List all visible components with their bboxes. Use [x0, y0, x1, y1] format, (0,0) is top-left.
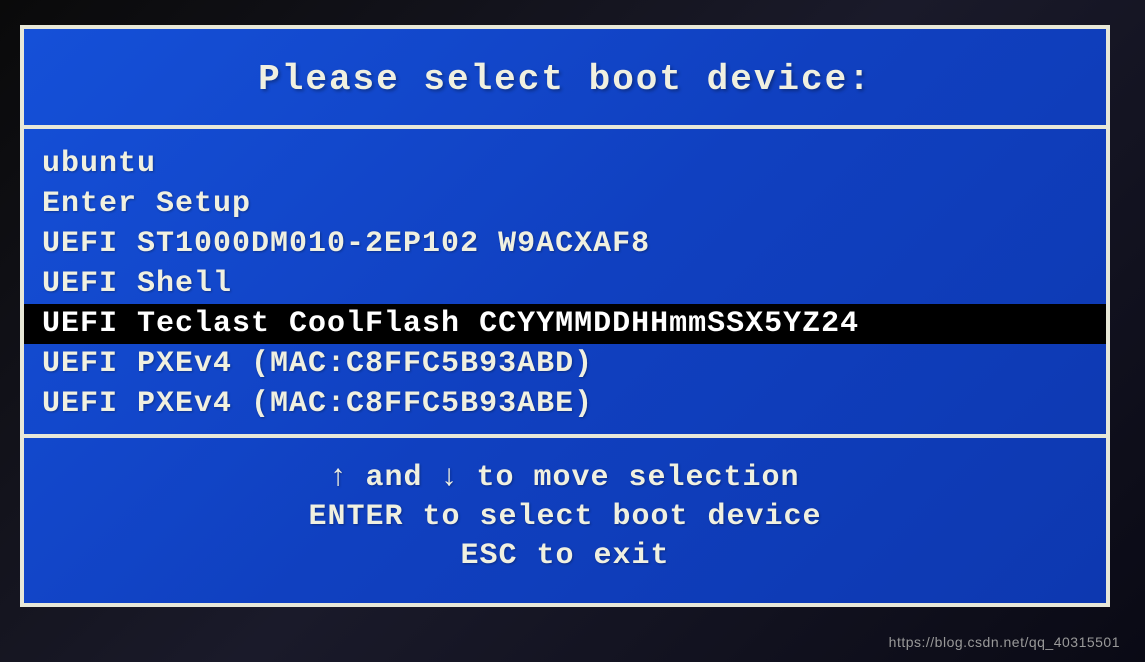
arrow-down-icon: ↓ [441, 459, 457, 492]
boot-item-0[interactable]: ubuntu [24, 144, 1106, 184]
boot-item-4[interactable]: UEFI Teclast CoolFlash CCYYMMDDHHmmSSX5Y… [24, 304, 1106, 344]
help-enter: ENTER to select boot device [44, 498, 1086, 537]
help-navigation: ↑ and ↓ to move selection [44, 456, 1086, 498]
help-section: ↑ and ↓ to move selection ENTER to selec… [24, 438, 1106, 594]
boot-item-2[interactable]: UEFI ST1000DM010-2EP102 W9ACXAF8 [24, 224, 1106, 264]
boot-item-6[interactable]: UEFI PXEv4 (MAC:C8FFC5B93ABE) [24, 384, 1106, 424]
menu-title: Please select boot device: [44, 59, 1086, 100]
arrow-up-icon: ↑ [330, 459, 346, 492]
header-section: Please select boot device: [24, 29, 1106, 129]
boot-item-3[interactable]: UEFI Shell [24, 264, 1106, 304]
watermark-text: https://blog.csdn.net/qq_40315501 [889, 634, 1120, 650]
boot-item-1[interactable]: Enter Setup [24, 184, 1106, 224]
boot-device-menu: Please select boot device: ubuntuEnter S… [20, 25, 1110, 607]
boot-device-list[interactable]: ubuntuEnter SetupUEFI ST1000DM010-2EP102… [24, 129, 1106, 438]
help-esc: ESC to exit [44, 537, 1086, 576]
boot-item-5[interactable]: UEFI PXEv4 (MAC:C8FFC5B93ABD) [24, 344, 1106, 384]
